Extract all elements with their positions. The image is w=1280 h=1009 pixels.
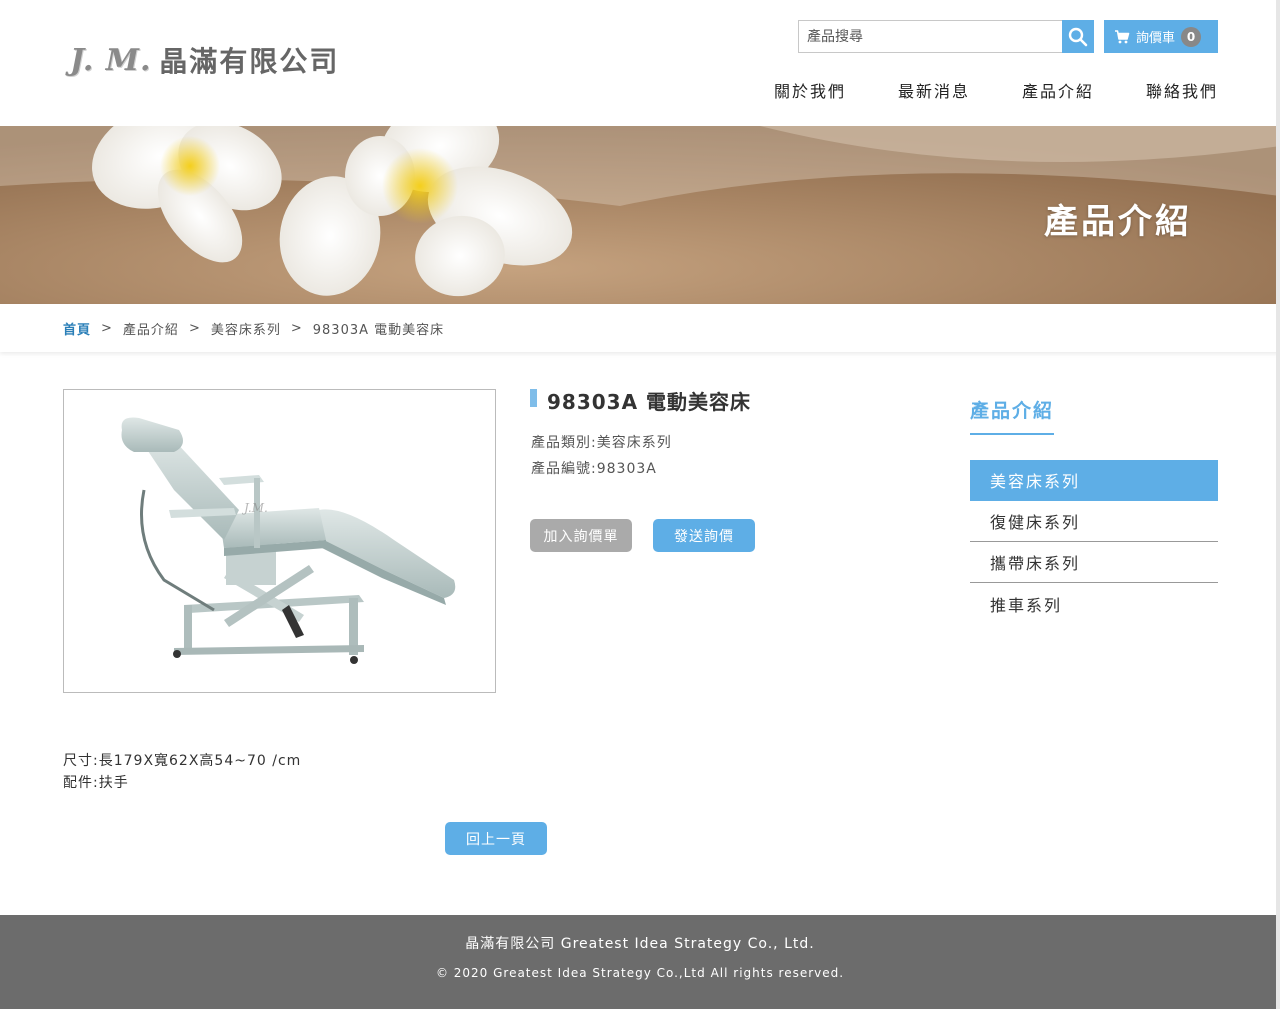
logo-mark: J. M. xyxy=(70,42,152,78)
breadcrumb-current: 98303A 電動美容床 xyxy=(312,322,445,338)
cart-icon xyxy=(1115,29,1130,43)
footer-copyright: © 2020 Greatest Idea Strategy Co.,Ltd Al… xyxy=(435,966,845,980)
add-to-inquiry-button[interactable]: 加入詢價單 xyxy=(530,519,632,552)
inquiry-cart-button[interactable]: 詢價車 0 xyxy=(1104,20,1218,53)
back-button[interactable]: 回上一頁 xyxy=(445,822,547,855)
product-title: 98303A 電動美容床 xyxy=(530,386,751,415)
footer-company: 晶滿有限公司 Greatest Idea Strategy Co., Ltd. xyxy=(465,936,815,952)
breadcrumb: 首頁 > 產品介紹 > 美容床系列 > 98303A 電動美容床 xyxy=(0,304,1280,352)
banner-title: 產品介紹 xyxy=(1044,202,1192,242)
spec-accessory: 配件:扶手 xyxy=(63,775,129,791)
send-inquiry-button[interactable]: 發送詢價 xyxy=(653,519,755,552)
breadcrumb-separator: > xyxy=(188,320,201,336)
product-code: 產品編號:98303A xyxy=(531,461,657,477)
breadcrumb-separator: > xyxy=(290,320,303,336)
search-input[interactable] xyxy=(798,20,1062,53)
product-category: 產品類別:美容床系列 xyxy=(531,435,672,451)
sidebar-item-cart[interactable]: 推車系列 xyxy=(970,583,1218,624)
site-logo[interactable]: J. M. 晶滿有限公司 xyxy=(70,40,339,80)
search-box xyxy=(798,20,1094,53)
site-header: J. M. 晶滿有限公司 詢價車 0 關於我們 最新消息 產品介紹 聯絡我們 xyxy=(0,0,1280,126)
breadcrumb-home[interactable]: 首頁 xyxy=(63,319,91,338)
svg-text:J.M.: J.M. xyxy=(241,501,268,515)
sidebar-item-beauty-bed[interactable]: 美容床系列 xyxy=(970,460,1218,501)
main-nav: 關於我們 最新消息 產品介紹 聯絡我們 xyxy=(722,78,1218,102)
sidebar-category-list: 美容床系列 復健床系列 攜帶床系列 推車系列 xyxy=(970,460,1218,624)
scrollbar[interactable] xyxy=(1276,0,1280,1009)
nav-item-about[interactable]: 關於我們 xyxy=(774,78,846,102)
sidebar-title: 產品介紹 xyxy=(970,396,1055,435)
sidebar-item-portable-bed[interactable]: 攜帶床系列 xyxy=(970,542,1218,583)
breadcrumb-category[interactable]: 美容床系列 xyxy=(211,319,281,338)
logo-text: 晶滿有限公司 xyxy=(159,45,340,78)
product-specs: 尺寸:長179X寬62X高54~70 /cm 配件:扶手 xyxy=(63,750,301,794)
cart-label: 詢價車 xyxy=(1136,31,1176,46)
product-image[interactable]: J.M. xyxy=(63,389,496,693)
breadcrumb-products[interactable]: 產品介紹 xyxy=(123,319,179,338)
beauty-bed-image: J.M. xyxy=(121,417,456,664)
breadcrumb-separator: > xyxy=(101,320,113,336)
page-banner: 產品介紹 xyxy=(0,126,1280,304)
cart-count-badge: 0 xyxy=(1181,26,1202,47)
spec-size: 尺寸:長179X寬62X高54~70 /cm xyxy=(63,753,302,769)
search-button[interactable] xyxy=(1062,20,1094,53)
nav-item-contact[interactable]: 聯絡我們 xyxy=(1146,78,1218,102)
search-icon xyxy=(1068,27,1088,46)
nav-item-news[interactable]: 最新消息 xyxy=(898,78,970,102)
sidebar-item-rehab-bed[interactable]: 復健床系列 xyxy=(970,501,1218,542)
nav-item-products[interactable]: 產品介紹 xyxy=(1022,78,1094,102)
site-footer: 晶滿有限公司 Greatest Idea Strategy Co., Ltd. … xyxy=(0,915,1280,1009)
